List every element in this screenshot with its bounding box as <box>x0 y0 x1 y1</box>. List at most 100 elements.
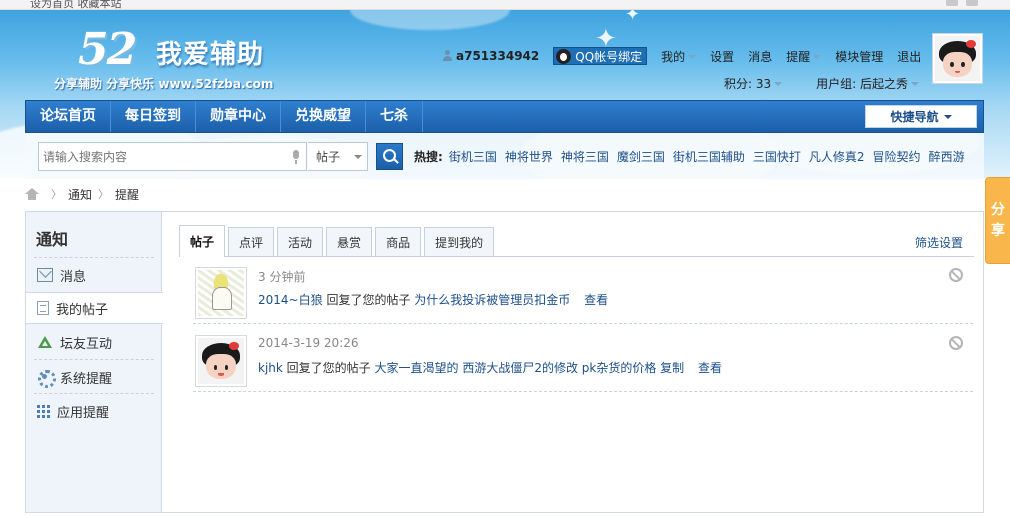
nav-exchange-prestige[interactable]: 兑换威望 <box>281 101 366 132</box>
search-bar: 帖子 热搜: 街机三国 神将世界 神将三国 魔剑三国 街机三国辅助 三国快打 凡… <box>25 133 984 179</box>
mail-icon <box>37 268 53 282</box>
sidebar-title: 通知 <box>36 230 69 249</box>
nav-qisha[interactable]: 七杀 <box>366 101 423 132</box>
sidebar-item-label: 坛友互动 <box>60 336 113 352</box>
quick-nav-label: 快捷导航 <box>890 110 939 124</box>
qq-bind-label: QQ帐号绑定 <box>575 49 643 64</box>
user-icon <box>442 50 453 62</box>
breadcrumb-reminder: 提醒 <box>115 187 140 202</box>
home-small-icon[interactable] <box>946 0 958 6</box>
logout-link[interactable]: 退出 <box>897 48 921 65</box>
sender-link[interactable]: 2014~白狼 <box>258 293 323 307</box>
delete-icon[interactable] <box>949 336 963 350</box>
points-menu[interactable]: 积分: 33 <box>724 75 783 92</box>
notification-action: 回复了您的帖子 <box>286 361 371 375</box>
qq-bind-button[interactable]: QQ帐号绑定 <box>553 47 648 65</box>
notification-time: 3 分钟前 <box>258 270 306 284</box>
user-toolbar: a751334942 QQ帐号绑定 我的 设置 消息 提醒 模块管理 退出 <box>442 46 935 66</box>
sender-avatar[interactable] <box>195 267 247 319</box>
logo-slogan: 分享辅助 分享快乐 www.52fzba.com <box>54 77 274 91</box>
sidebar: 通知 消息 我的帖子 坛友互动 系统提醒 应用提醒 <box>26 212 163 512</box>
chevron-down-icon <box>943 114 952 119</box>
search-type-value: 帖子 <box>316 150 341 164</box>
share-button[interactable]: 分享 <box>985 177 1010 264</box>
chevron-down-icon <box>354 154 363 159</box>
hot-search-term[interactable]: 三国快打 <box>753 148 801 165</box>
hot-search-term[interactable]: 街机三国辅助 <box>673 148 745 165</box>
sender-link[interactable]: kjhk <box>258 361 283 375</box>
reminders-menu[interactable]: 提醒 <box>786 48 822 65</box>
thread-link[interactable]: 为什么我投诉被管理员扣金币 <box>414 293 570 307</box>
sidebar-item-apps[interactable]: 应用提醒 <box>26 395 162 427</box>
tab-bar: 帖子 点评 活动 悬赏 商品 提到我的 <box>179 225 497 257</box>
sidebar-item-label: 消息 <box>60 269 87 285</box>
hot-search-term[interactable]: 冒险契约 <box>873 148 921 165</box>
logo-number: 52 <box>78 24 137 75</box>
nav-daily-signin[interactable]: 每日签到 <box>111 101 196 132</box>
home-icon[interactable] <box>25 188 39 200</box>
sidebar-item-messages[interactable]: 消息 <box>26 259 162 291</box>
module-manage-link[interactable]: 模块管理 <box>835 48 883 65</box>
chevron-down-icon <box>774 82 783 86</box>
notification-time: 2014-3-19 20:26 <box>258 336 359 350</box>
chevron-down-icon <box>911 82 919 86</box>
tab-rewards[interactable]: 悬赏 <box>326 227 373 257</box>
nav-forum-home[interactable]: 论坛首页 <box>26 101 111 132</box>
breadcrumb: 〉 通知 〉 提醒 <box>25 185 139 203</box>
sidebar-item-label: 我的帖子 <box>56 302 109 318</box>
sender-avatar[interactable] <box>195 335 247 387</box>
hot-search-term[interactable]: 神将三国 <box>561 148 609 165</box>
user-group-menu[interactable]: 用户组: 后起之秀 <box>816 75 919 92</box>
gear-icon <box>37 370 56 388</box>
main-nav: 论坛首页 每日签到 勋章中心 兑换威望 七杀 快捷导航 <box>25 100 984 133</box>
quick-nav-button[interactable]: 快捷导航 <box>865 105 977 128</box>
user-avatar[interactable] <box>932 33 983 84</box>
logo-name: 我爱辅助 <box>156 40 265 70</box>
filter-settings-link[interactable]: 筛选设置 <box>915 234 963 251</box>
tab-comments[interactable]: 点评 <box>228 227 275 257</box>
hot-search-term[interactable]: 醉西游 <box>929 148 965 165</box>
microphone-icon[interactable] <box>291 150 301 164</box>
notification-text: kjhk 回复了您的帖子 大家一直渴望的 西游大战僵尸2的修改 pk杂货的价格 … <box>258 359 722 376</box>
search-input[interactable] <box>38 142 307 171</box>
star-decoration: ✦ <box>625 10 641 25</box>
grid-icon <box>37 404 50 418</box>
hot-search-term[interactable]: 凡人修真2 <box>809 148 865 165</box>
sidebar-item-system[interactable]: 系统提醒 <box>26 361 162 393</box>
hot-search-term[interactable]: 魔剑三国 <box>617 148 665 165</box>
view-link[interactable]: 查看 <box>698 361 722 375</box>
delete-icon[interactable] <box>949 268 963 282</box>
notice-panel: 通知 消息 我的帖子 坛友互动 系统提醒 应用提醒 帖子 点评 活动 悬赏 商品… <box>25 211 984 513</box>
sidebar-item-label: 系统提醒 <box>60 371 113 387</box>
my-menu[interactable]: 我的 <box>661 48 697 65</box>
top-strip: 设为首页 收藏本站 <box>0 0 1010 10</box>
breadcrumb-notice[interactable]: 通知 <box>68 186 92 203</box>
notification-text: 2014~白狼 回复了您的帖子 为什么我投诉被管理员扣金币 查看 <box>258 291 608 308</box>
top-strip-text[interactable]: 设为首页 收藏本站 <box>30 0 122 9</box>
recycle-icon <box>37 335 53 349</box>
tab-goods[interactable]: 商品 <box>375 227 422 257</box>
notification-action: 回复了您的帖子 <box>326 293 411 307</box>
thread-link[interactable]: 大家一直渴望的 西游大战僵尸2的修改 pk杂货的价格 复制 <box>375 361 685 375</box>
messages-link[interactable]: 消息 <box>748 48 772 65</box>
search-type-select[interactable]: 帖子 <box>308 142 368 171</box>
settings-link[interactable]: 设置 <box>710 48 734 65</box>
tab-activities[interactable]: 活动 <box>277 227 324 257</box>
view-link[interactable]: 查看 <box>584 293 608 307</box>
sidebar-item-interaction[interactable]: 坛友互动 <box>26 326 162 358</box>
search-button[interactable] <box>376 143 403 170</box>
document-icon <box>37 301 49 315</box>
site-logo[interactable]: 52 我爱辅助 分享辅助 分享快乐 www.52fzba.com <box>54 24 318 102</box>
sidebar-item-my-posts[interactable]: 我的帖子 <box>26 292 163 324</box>
nav-medal-center[interactable]: 勋章中心 <box>196 101 281 132</box>
tab-posts[interactable]: 帖子 <box>179 225 226 257</box>
sidebar-item-label: 应用提醒 <box>57 405 110 421</box>
notice-content: 帖子 点评 活动 悬赏 商品 提到我的 筛选设置 3 分钟前 2014~白狼 回… <box>163 212 983 512</box>
tab-mentions[interactable]: 提到我的 <box>424 227 495 257</box>
username-link[interactable]: a751334942 <box>456 49 539 63</box>
hot-search-term[interactable]: 街机三国 <box>449 148 497 165</box>
settings-small-icon[interactable] <box>966 0 978 6</box>
chevron-down-icon <box>688 55 697 59</box>
hot-searches: 热搜: 街机三国 神将世界 神将三国 魔剑三国 街机三国辅助 三国快打 凡人修真… <box>414 148 973 165</box>
hot-search-term[interactable]: 神将世界 <box>505 148 553 165</box>
